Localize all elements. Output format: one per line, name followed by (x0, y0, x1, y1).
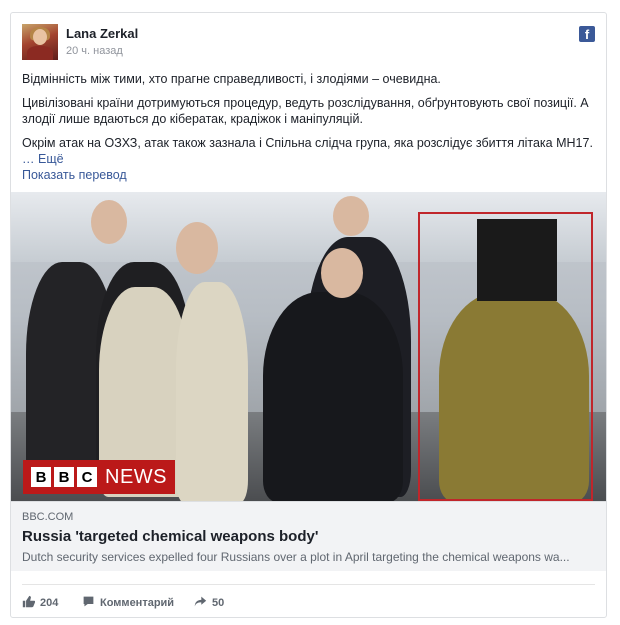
translate-link[interactable]: Показать перевод (22, 167, 596, 183)
post-card: Lana Zerkal 20 ч. назад f Відмінність мі… (10, 12, 607, 618)
comment-icon (82, 595, 95, 611)
see-more-link[interactable]: … Ещё (22, 152, 64, 166)
bbc-news-logo: B B C NEWS (23, 460, 175, 494)
post-header: Lana Zerkal 20 ч. назад f (22, 24, 595, 64)
share-button[interactable]: 50 (194, 595, 224, 611)
share-arrow-icon (194, 595, 207, 611)
link-domain: BBC.COM (22, 511, 74, 523)
action-bar: 204 Комментарий 50 (22, 584, 595, 613)
thumbs-up-icon (22, 595, 36, 611)
post-text: Відмінність між тими, хто прагне справед… (22, 71, 596, 183)
post-paragraph: Цивілізовані країни дотримуються процеду… (22, 96, 589, 126)
link-description: Dutch security services expelled four Ru… (22, 550, 570, 564)
facebook-icon[interactable]: f (579, 26, 595, 42)
author-name[interactable]: Lana Zerkal (66, 26, 138, 41)
face-redaction (477, 219, 557, 301)
shared-image[interactable]: B B C NEWS (11, 192, 606, 501)
comment-button[interactable]: Комментарий (82, 595, 174, 611)
like-button[interactable]: 204 (22, 595, 58, 611)
share-count: 50 (212, 597, 225, 609)
like-count: 204 (40, 597, 59, 609)
post-paragraph: Окрім атак на ОЗХЗ, атак також зазнала і… (22, 136, 593, 166)
comment-label: Комментарий (100, 597, 175, 609)
link-preview[interactable]: BBC.COM Russia 'targeted chemical weapon… (11, 501, 606, 571)
post-paragraph: Відмінність між тими, хто прагне справед… (22, 72, 441, 86)
post-timestamp[interactable]: 20 ч. назад (66, 45, 123, 57)
avatar[interactable] (22, 24, 58, 60)
link-headline[interactable]: Russia 'targeted chemical weapons body' (22, 528, 318, 545)
